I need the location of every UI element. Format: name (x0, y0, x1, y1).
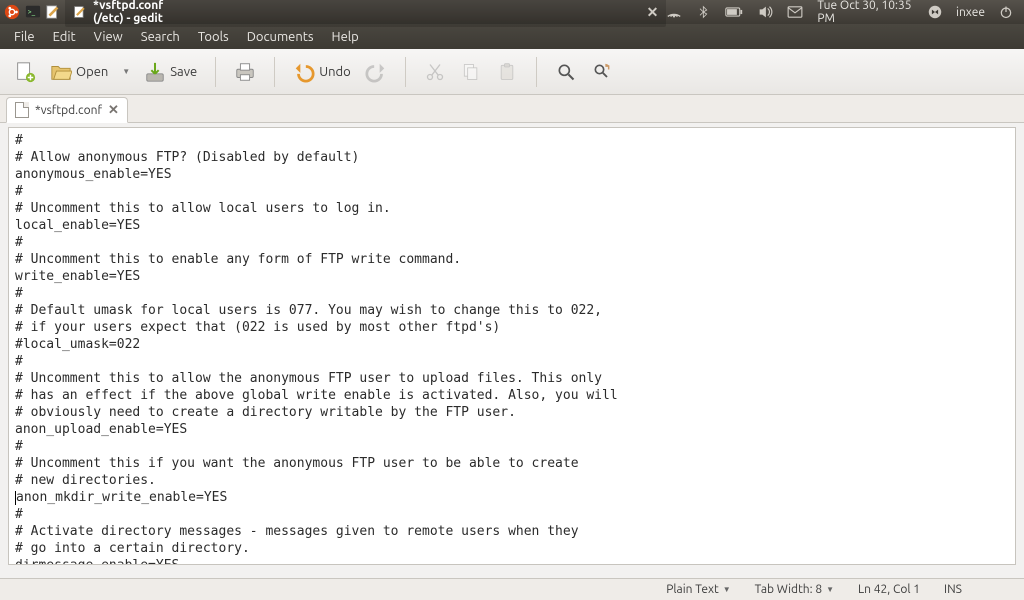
find-button[interactable] (551, 58, 581, 86)
editor-line[interactable]: #local_umask=022 (15, 336, 1009, 353)
cursor-position: Ln 42, Col 1 (858, 583, 920, 596)
menu-file[interactable]: File (6, 27, 43, 47)
redo-icon (365, 61, 387, 83)
clock[interactable]: Tue Oct 30, 10:35 PM (817, 0, 913, 25)
menu-search[interactable]: Search (133, 27, 188, 47)
open-label: Open (76, 65, 108, 79)
editor-line[interactable]: # (15, 234, 1009, 251)
editor-line[interactable]: # go into a certain directory. (15, 540, 1009, 557)
top-panel: >_ *vsftpd.conf (/etc) - gedit ✕ Tue Oct… (0, 0, 1024, 24)
editor-line[interactable]: # Uncomment this to enable any form of F… (15, 251, 1009, 268)
gedit-launcher-icon[interactable] (45, 3, 61, 21)
undo-icon (293, 61, 315, 83)
copy-icon (460, 61, 482, 83)
editor-line[interactable]: anon_upload_enable=YES (15, 421, 1009, 438)
cut-icon (424, 61, 446, 83)
editor-line[interactable]: # obviously need to create a directory w… (15, 404, 1009, 421)
menubar: File Edit View Search Tools Documents He… (0, 24, 1024, 49)
open-recent-dropdown[interactable]: ▼ (118, 67, 134, 76)
insert-mode[interactable]: INS (944, 583, 1004, 596)
network-icon[interactable] (666, 3, 682, 21)
print-button[interactable] (230, 58, 260, 86)
print-icon (234, 61, 256, 83)
toolbar-separator (274, 57, 275, 87)
editor-line[interactable]: # (15, 353, 1009, 370)
editor-line[interactable]: anon_mkdir_write_enable=YES (15, 489, 1009, 506)
find-replace-icon (591, 61, 613, 83)
tab-close-icon[interactable]: ✕ (108, 103, 119, 118)
statusbar: Plain Text▼ Tab Width: 8▼ Ln 42, Col 1 I… (0, 578, 1024, 600)
editor-line[interactable]: # (15, 285, 1009, 302)
tab-vsftpd-conf[interactable]: *vsftpd.conf ✕ (6, 97, 128, 123)
editor-line[interactable]: # Default umask for local users is 077. … (15, 302, 1009, 319)
editor-line[interactable]: # Allow anonymous FTP? (Disabled by defa… (15, 149, 1009, 166)
document-icon (15, 102, 29, 118)
cut-button[interactable] (420, 58, 450, 86)
redo-button[interactable] (361, 58, 391, 86)
menu-help[interactable]: Help (324, 27, 367, 47)
syntax-selector[interactable]: Plain Text▼ (666, 583, 730, 596)
tab-width-selector[interactable]: Tab Width: 8▼ (755, 583, 834, 596)
copy-button[interactable] (456, 58, 486, 86)
search-icon (555, 61, 577, 83)
tab-label: *vsftpd.conf (35, 104, 102, 117)
bluetooth-icon[interactable] (696, 3, 711, 21)
terminal-launcher-icon[interactable]: >_ (24, 3, 40, 21)
gedit-app-icon (73, 3, 87, 21)
battery-icon[interactable] (725, 3, 743, 21)
find-replace-button[interactable] (587, 58, 617, 86)
paste-icon (496, 61, 518, 83)
editor-line[interactable]: # (15, 132, 1009, 149)
new-document-icon (14, 61, 36, 83)
save-button[interactable]: Save (140, 58, 201, 86)
toolbar-separator (405, 57, 406, 87)
paste-button[interactable] (492, 58, 522, 86)
editor-line[interactable]: # Uncomment this to allow local users to… (15, 200, 1009, 217)
editor-line[interactable]: # (15, 506, 1009, 523)
menu-tools[interactable]: Tools (190, 27, 237, 47)
save-label: Save (170, 65, 197, 79)
editor-line[interactable]: write_enable=YES (15, 268, 1009, 285)
editor-line[interactable]: dirmessage_enable=YES (15, 557, 1009, 565)
editor-line[interactable]: # (15, 183, 1009, 200)
window-title: *vsftpd.conf (/etc) - gedit (93, 0, 181, 25)
session-icon[interactable] (927, 3, 942, 21)
toolbar-separator (536, 57, 537, 87)
ubuntu-logo-icon[interactable] (4, 3, 20, 21)
document-tabs: *vsftpd.conf ✕ (0, 95, 1024, 123)
svg-text:>_: >_ (27, 8, 35, 16)
text-editor[interactable]: ## Allow anonymous FTP? (Disabled by def… (8, 127, 1016, 565)
editor-line[interactable]: # new directories. (15, 472, 1009, 489)
username[interactable]: inxee (956, 6, 985, 19)
editor-line[interactable]: # Uncomment this if you want the anonymo… (15, 455, 1009, 472)
editor-line[interactable]: # if your users expect that (022 is used… (15, 319, 1009, 336)
menu-view[interactable]: View (86, 27, 131, 47)
editor-line[interactable]: # Uncomment this to allow the anonymous … (15, 370, 1009, 387)
new-document-button[interactable] (10, 58, 40, 86)
editor-line[interactable]: local_enable=YES (15, 217, 1009, 234)
editor-line[interactable]: # has an effect if the above global writ… (15, 387, 1009, 404)
editor-line[interactable]: # (15, 438, 1009, 455)
window-title-box[interactable]: *vsftpd.conf (/etc) - gedit ✕ (65, 0, 666, 27)
mail-icon[interactable] (787, 3, 803, 21)
menu-edit[interactable]: Edit (45, 27, 84, 47)
toolbar: Open ▼ Save Undo (0, 49, 1024, 95)
open-button[interactable]: Open (46, 58, 112, 86)
editor-line[interactable]: anonymous_enable=YES (15, 166, 1009, 183)
undo-button[interactable]: Undo (289, 58, 355, 86)
menu-documents[interactable]: Documents (239, 27, 322, 47)
power-icon[interactable] (999, 3, 1014, 21)
undo-label: Undo (319, 65, 351, 79)
editor-line[interactable]: # Activate directory messages - messages… (15, 523, 1009, 540)
open-folder-icon (50, 61, 72, 83)
volume-icon[interactable] (757, 3, 773, 21)
save-icon (144, 61, 166, 83)
window-close-icon[interactable]: ✕ (647, 4, 659, 21)
toolbar-separator (215, 57, 216, 87)
